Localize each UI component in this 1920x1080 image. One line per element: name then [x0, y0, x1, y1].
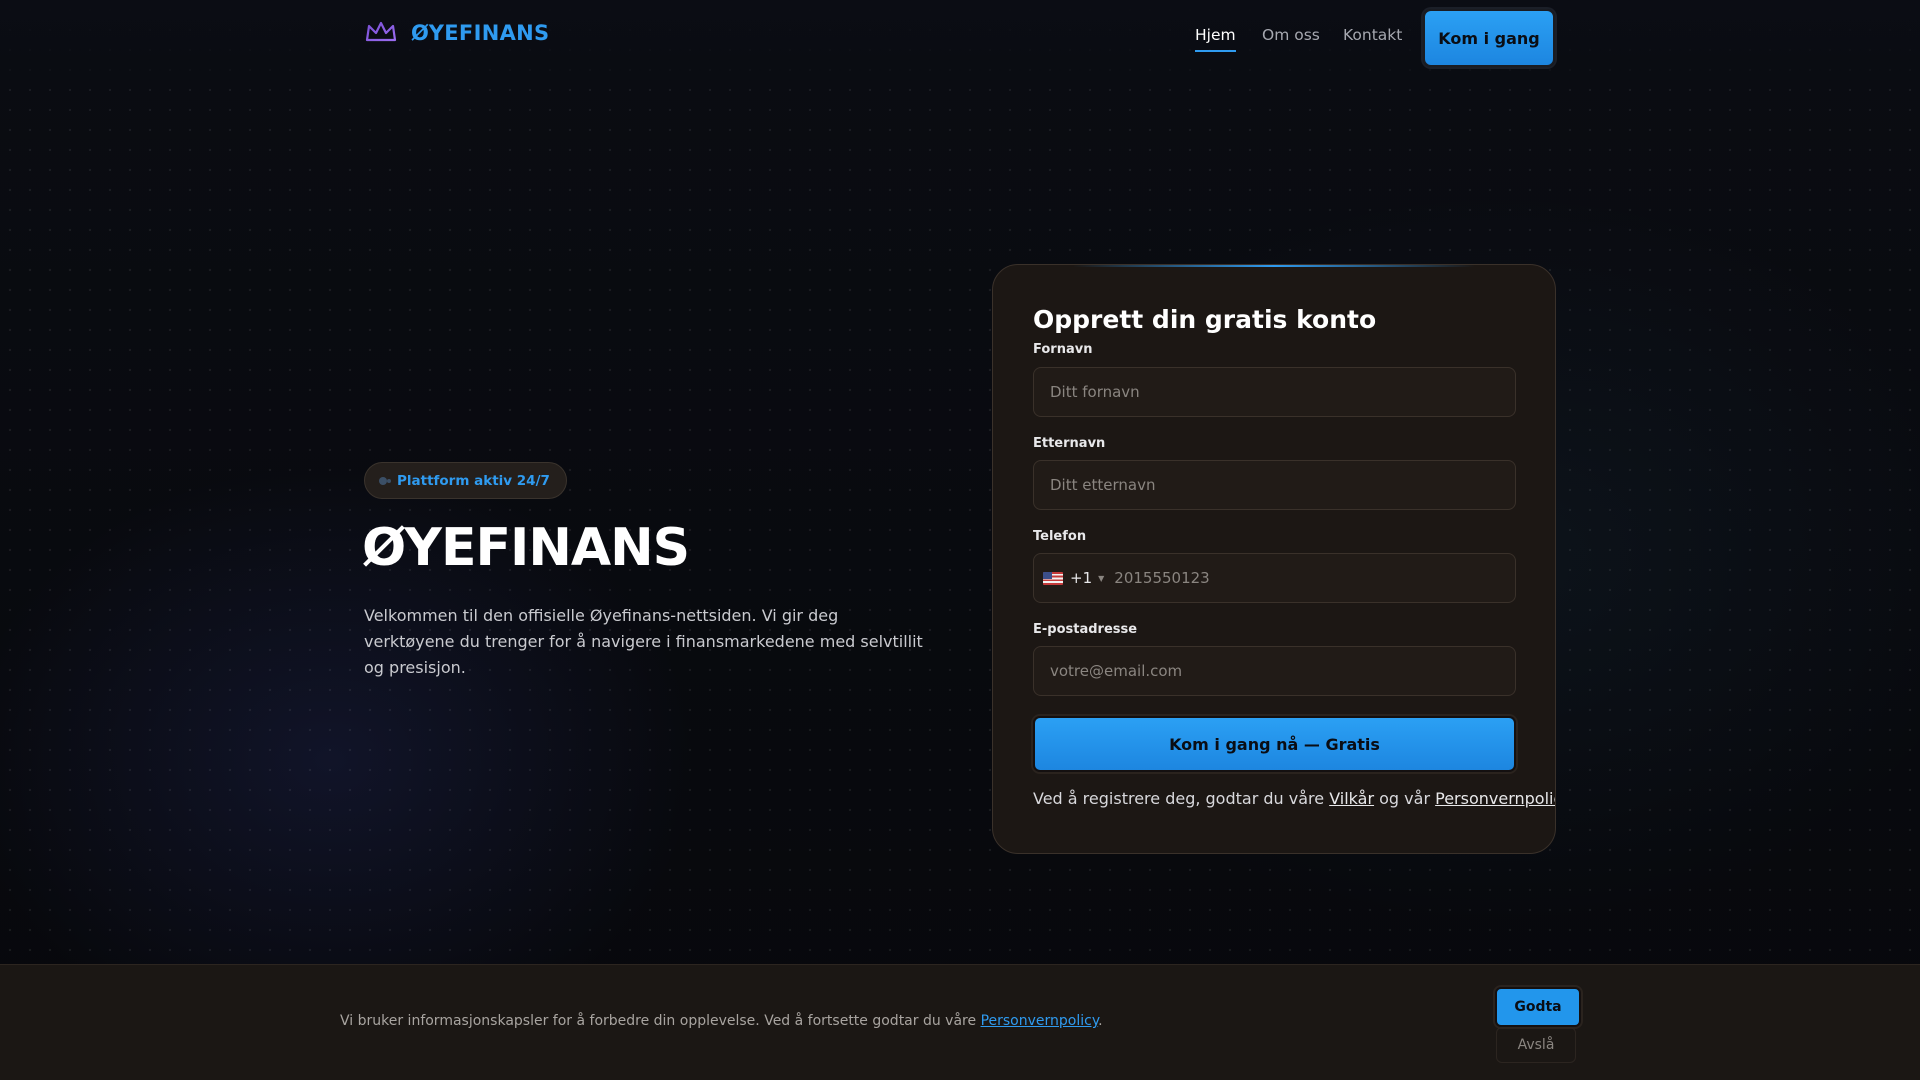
logo[interactable]: ØYEFINANS — [365, 20, 549, 46]
privacy-link[interactable]: Personvernpolicy — [1435, 789, 1555, 808]
last-name-input[interactable] — [1033, 460, 1516, 510]
email-input[interactable] — [1033, 646, 1516, 696]
cookie-privacy-link[interactable]: Personvernpolicy — [981, 1013, 1099, 1029]
accept-cookies-button[interactable]: Godta — [1495, 987, 1581, 1027]
phone-input[interactable] — [1114, 554, 1515, 602]
terms-mid: og vår — [1379, 789, 1431, 808]
site-header: ØYEFINANS Hjem Om oss Kontakt Kom i gang — [0, 0, 1920, 76]
brand-name: ØYEFINANS — [411, 21, 550, 45]
first-name-input[interactable] — [1033, 367, 1516, 417]
terms-link[interactable]: Vilkår — [1329, 789, 1374, 808]
hero-title: ØYEFINANS — [362, 518, 690, 578]
first-name-label: Fornavn — [1033, 342, 1093, 357]
decline-cookies-button[interactable]: Avslå — [1496, 1027, 1576, 1063]
nav-item-kontakt[interactable]: Kontakt — [1343, 26, 1402, 44]
us-flag-icon[interactable] — [1043, 571, 1063, 585]
phone-field: +1 ▼ — [1033, 553, 1516, 603]
cookie-suffix: . — [1098, 1013, 1103, 1029]
chevron-down-icon[interactable]: ▼ — [1098, 574, 1104, 583]
hero-description: Velkommen til den offisielle Øyefinans-n… — [364, 606, 923, 677]
nav-item-hjem[interactable]: Hjem — [1195, 26, 1236, 52]
terms-prefix: Ved å registrere deg, godtar du våre — [1033, 789, 1325, 808]
form-title: Opprett din gratis konto — [1033, 305, 1377, 334]
cookie-text: Vi bruker informasjonskapsler for å forb… — [340, 1013, 1103, 1029]
email-label: E-postadresse — [1033, 622, 1138, 637]
dot-grid-pattern — [0, 0, 1920, 1080]
phone-label: Telefon — [1033, 529, 1087, 544]
terms-text: Ved å registrere deg, godtar du våre Vil… — [1033, 789, 1555, 808]
signup-form: Opprett din gratis konto Fornavn Etterna… — [992, 264, 1556, 854]
cookie-message: Vi bruker informasjonskapsler for å forb… — [340, 1013, 977, 1029]
crown-icon — [365, 20, 397, 46]
country-dial-code[interactable]: +1 — [1070, 569, 1092, 587]
submit-button[interactable]: Kom i gang nå — Gratis — [1033, 716, 1516, 772]
nav-item-om-oss[interactable]: Om oss — [1262, 26, 1320, 44]
last-name-label: Etternavn — [1033, 436, 1106, 451]
status-dot-icon — [379, 476, 387, 485]
status-badge-label: Plattform aktiv 24/7 — [397, 472, 550, 489]
get-started-button[interactable]: Kom i gang — [1423, 9, 1555, 67]
cookie-banner: Vi bruker informasjonskapsler for å forb… — [0, 964, 1920, 1080]
status-badge: Plattform aktiv 24/7 — [364, 462, 567, 499]
